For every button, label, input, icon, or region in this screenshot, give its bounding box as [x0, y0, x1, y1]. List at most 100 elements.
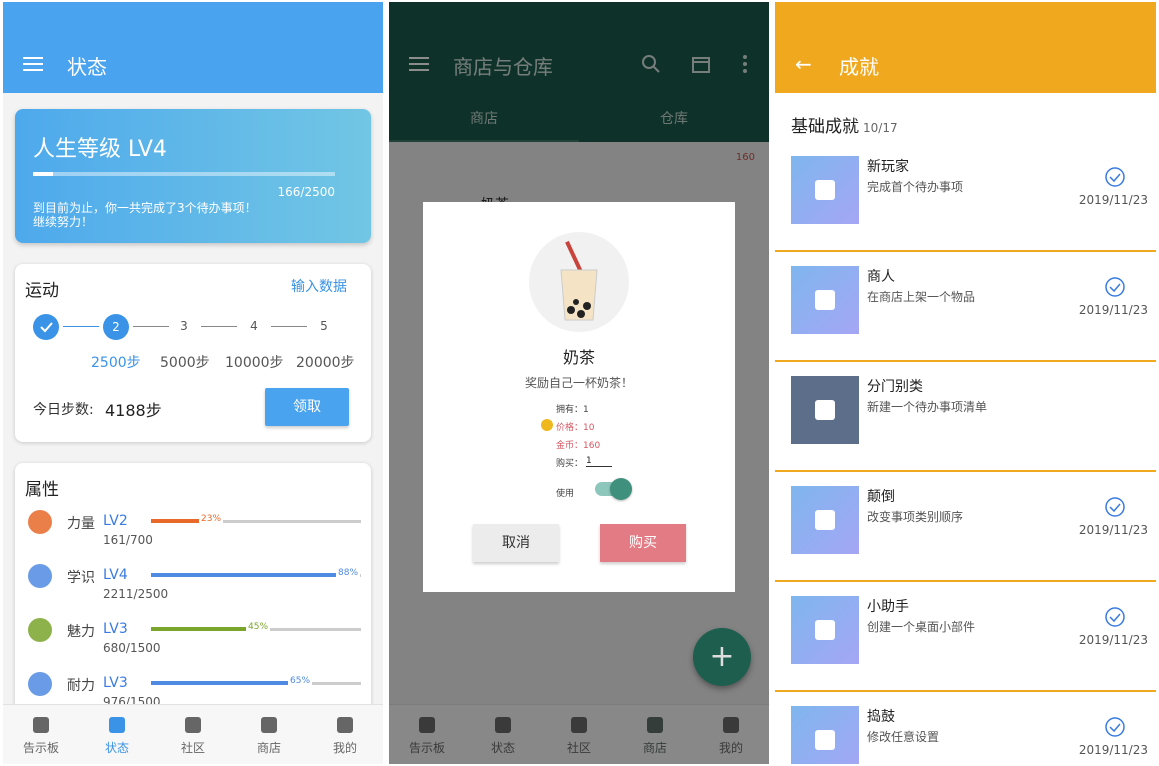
attribute-row: 学识 LV4 88% 2211/2500 [15, 561, 371, 611]
achievement-item[interactable]: 小助手 创建一个桌面小部件 2019/11/23 [775, 582, 1156, 692]
achievements-appbar: ← 成就 [775, 2, 1156, 93]
attribute-bar: 65% [151, 676, 361, 686]
nav-item[interactable]: 状态 [79, 705, 155, 764]
gear-icon [791, 706, 859, 764]
muscle-icon [25, 507, 55, 537]
attribute-percent: 23% [199, 514, 224, 524]
step-done-icon [33, 314, 59, 340]
attribute-row: 魅力 LV3 45% 680/1500 [15, 615, 371, 665]
sport-title: 运动 [25, 281, 59, 301]
attribute-name: 学识 [67, 570, 95, 586]
cloud-icon [185, 717, 201, 733]
clipboard-icon [33, 717, 49, 733]
attribute-bar: 45% [151, 622, 361, 632]
achievement-date: 2019/11/23 [1078, 303, 1148, 317]
graduation-cap-icon [791, 156, 859, 224]
level-progress-text: 166/2500 [277, 185, 336, 199]
step-label: 10000步 [225, 355, 284, 371]
page-title: 成就 [839, 55, 879, 79]
section-header: 基础成就 10/17 [791, 112, 898, 137]
attribute-value: 680/1500 [103, 641, 161, 655]
nav-item[interactable]: 商店 [231, 705, 307, 764]
achievement-desc: 修改任意设置 [867, 730, 940, 744]
attributes-title: 属性 [25, 480, 59, 500]
dialog-subtitle: 奖励自己一杯奶茶！ [524, 376, 633, 390]
section-title: 基础成就 [791, 117, 859, 137]
milk-tea-icon [529, 232, 629, 332]
achievement-item[interactable]: 新玩家 完成首个待办事项 2019/11/23 [775, 142, 1156, 252]
attribute-row: 力量 LV2 23% 161/700 [15, 507, 371, 557]
item-price: 价格：10 [556, 423, 595, 433]
claim-button[interactable]: 领取 [265, 388, 349, 426]
step-progress: 2 3 4 5 [33, 314, 353, 340]
attribute-name: 力量 [67, 516, 95, 532]
level-message-line1: 到目前为止，你一共完成了3个待办事项！ [33, 201, 257, 215]
attribute-level: LV4 [103, 567, 128, 583]
coin-icon [541, 419, 553, 431]
buy-quantity-input[interactable]: 1 [586, 456, 612, 467]
attribute-value: 161/700 [103, 533, 153, 547]
achievement-item[interactable]: 颠倒 改变事项类别顺序 2019/11/23 [775, 472, 1156, 582]
cube-icon [791, 596, 859, 664]
buy-quantity-label: 购买： [556, 459, 584, 469]
attribute-percent: 88% [336, 568, 361, 578]
achievement-desc: 在商店上架一个物品 [867, 290, 976, 304]
step-number: 3 [180, 319, 188, 333]
check-circle-icon [1105, 497, 1125, 517]
level-message: 到目前为止，你一共完成了3个待办事项！ 继续努力！ [33, 201, 293, 229]
lock-icon [791, 376, 859, 444]
achievement-date: 2019/11/23 [1078, 523, 1148, 537]
graduation-cap-icon [25, 561, 55, 591]
achievement-date: 2019/11/23 [1078, 633, 1148, 647]
achievement-item[interactable]: 商人在商店上架一个物品 2019/11/23 [775, 252, 1156, 362]
face-icon [337, 717, 353, 733]
clock-icon [25, 669, 55, 699]
check-circle-icon [1105, 167, 1125, 187]
attribute-name: 耐力 [67, 678, 95, 694]
nav-item[interactable]: 告示板 [3, 705, 79, 764]
attribute-value: 2211/2500 [103, 587, 169, 601]
attribute-name: 魅力 [67, 624, 95, 640]
achievement-name: 商人 [867, 269, 895, 285]
achievement-item[interactable]: 分门别类 新建一个待办事项清单 [775, 362, 1156, 472]
step-label: 20000步 [296, 355, 355, 371]
back-arrow-icon[interactable]: ← [795, 52, 812, 76]
check-circle-icon [1105, 277, 1125, 297]
status-screen: 状态 人生等级 LV4 166/2500 到目前为止，你一共完成了3个待办事项！… [3, 2, 383, 764]
achievement-desc: 完成首个待办事项 [867, 180, 964, 194]
attribute-bar: 23% [151, 514, 361, 524]
reorder-icon [791, 486, 859, 554]
attribute-level: LV3 [103, 675, 128, 691]
attribute-level: LV2 [103, 513, 128, 529]
level-title: 人生等级 LV4 [33, 137, 167, 162]
bottom-nav: 告示板 状态 社区 商店 我的 [3, 704, 383, 764]
step-number: 4 [250, 319, 258, 333]
achievement-desc: 新建一个待办事项清单 [867, 400, 988, 414]
menu-icon[interactable] [23, 57, 43, 71]
use-toggle[interactable] [595, 478, 632, 500]
level-card: 人生等级 LV4 166/2500 到目前为止，你一共完成了3个待办事项！ 继续… [15, 109, 371, 243]
input-data-link[interactable]: 输入数据 [291, 276, 347, 296]
cancel-button[interactable]: 取消 [473, 524, 559, 562]
add-fab-button[interactable]: + [693, 628, 751, 686]
achievement-desc: 创建一个桌面小部件 [867, 620, 976, 634]
owned-count: 拥有：1 [556, 405, 589, 415]
use-label: 使用 [556, 489, 575, 499]
status-appbar: 状态 [3, 2, 383, 93]
section-count: 10/17 [863, 121, 898, 135]
purchase-dialog: 奶茶 奖励自己一杯奶茶！ 拥有：1 价格：10 金币：160 购买： 1 使用 … [423, 202, 735, 592]
level-progress-bar [33, 172, 335, 176]
achievement-desc: 改变事项类别顺序 [867, 510, 964, 524]
step-number: 5 [320, 319, 328, 333]
buy-button[interactable]: 购买 [600, 524, 686, 562]
nav-label: 商店 [256, 741, 281, 755]
attribute-percent: 65% [288, 676, 313, 686]
attribute-percent: 45% [246, 622, 271, 632]
nav-item[interactable]: 社区 [155, 705, 231, 764]
nav-label: 社区 [180, 741, 205, 755]
page-title: 状态 [67, 55, 107, 79]
nav-item[interactable]: 我的 [307, 705, 383, 764]
level-message-line2: 继续努力！ [33, 215, 94, 229]
check-circle-icon [1105, 607, 1125, 627]
achievement-item[interactable]: 捣鼓 修改任意设置 2019/11/23 [775, 692, 1156, 764]
